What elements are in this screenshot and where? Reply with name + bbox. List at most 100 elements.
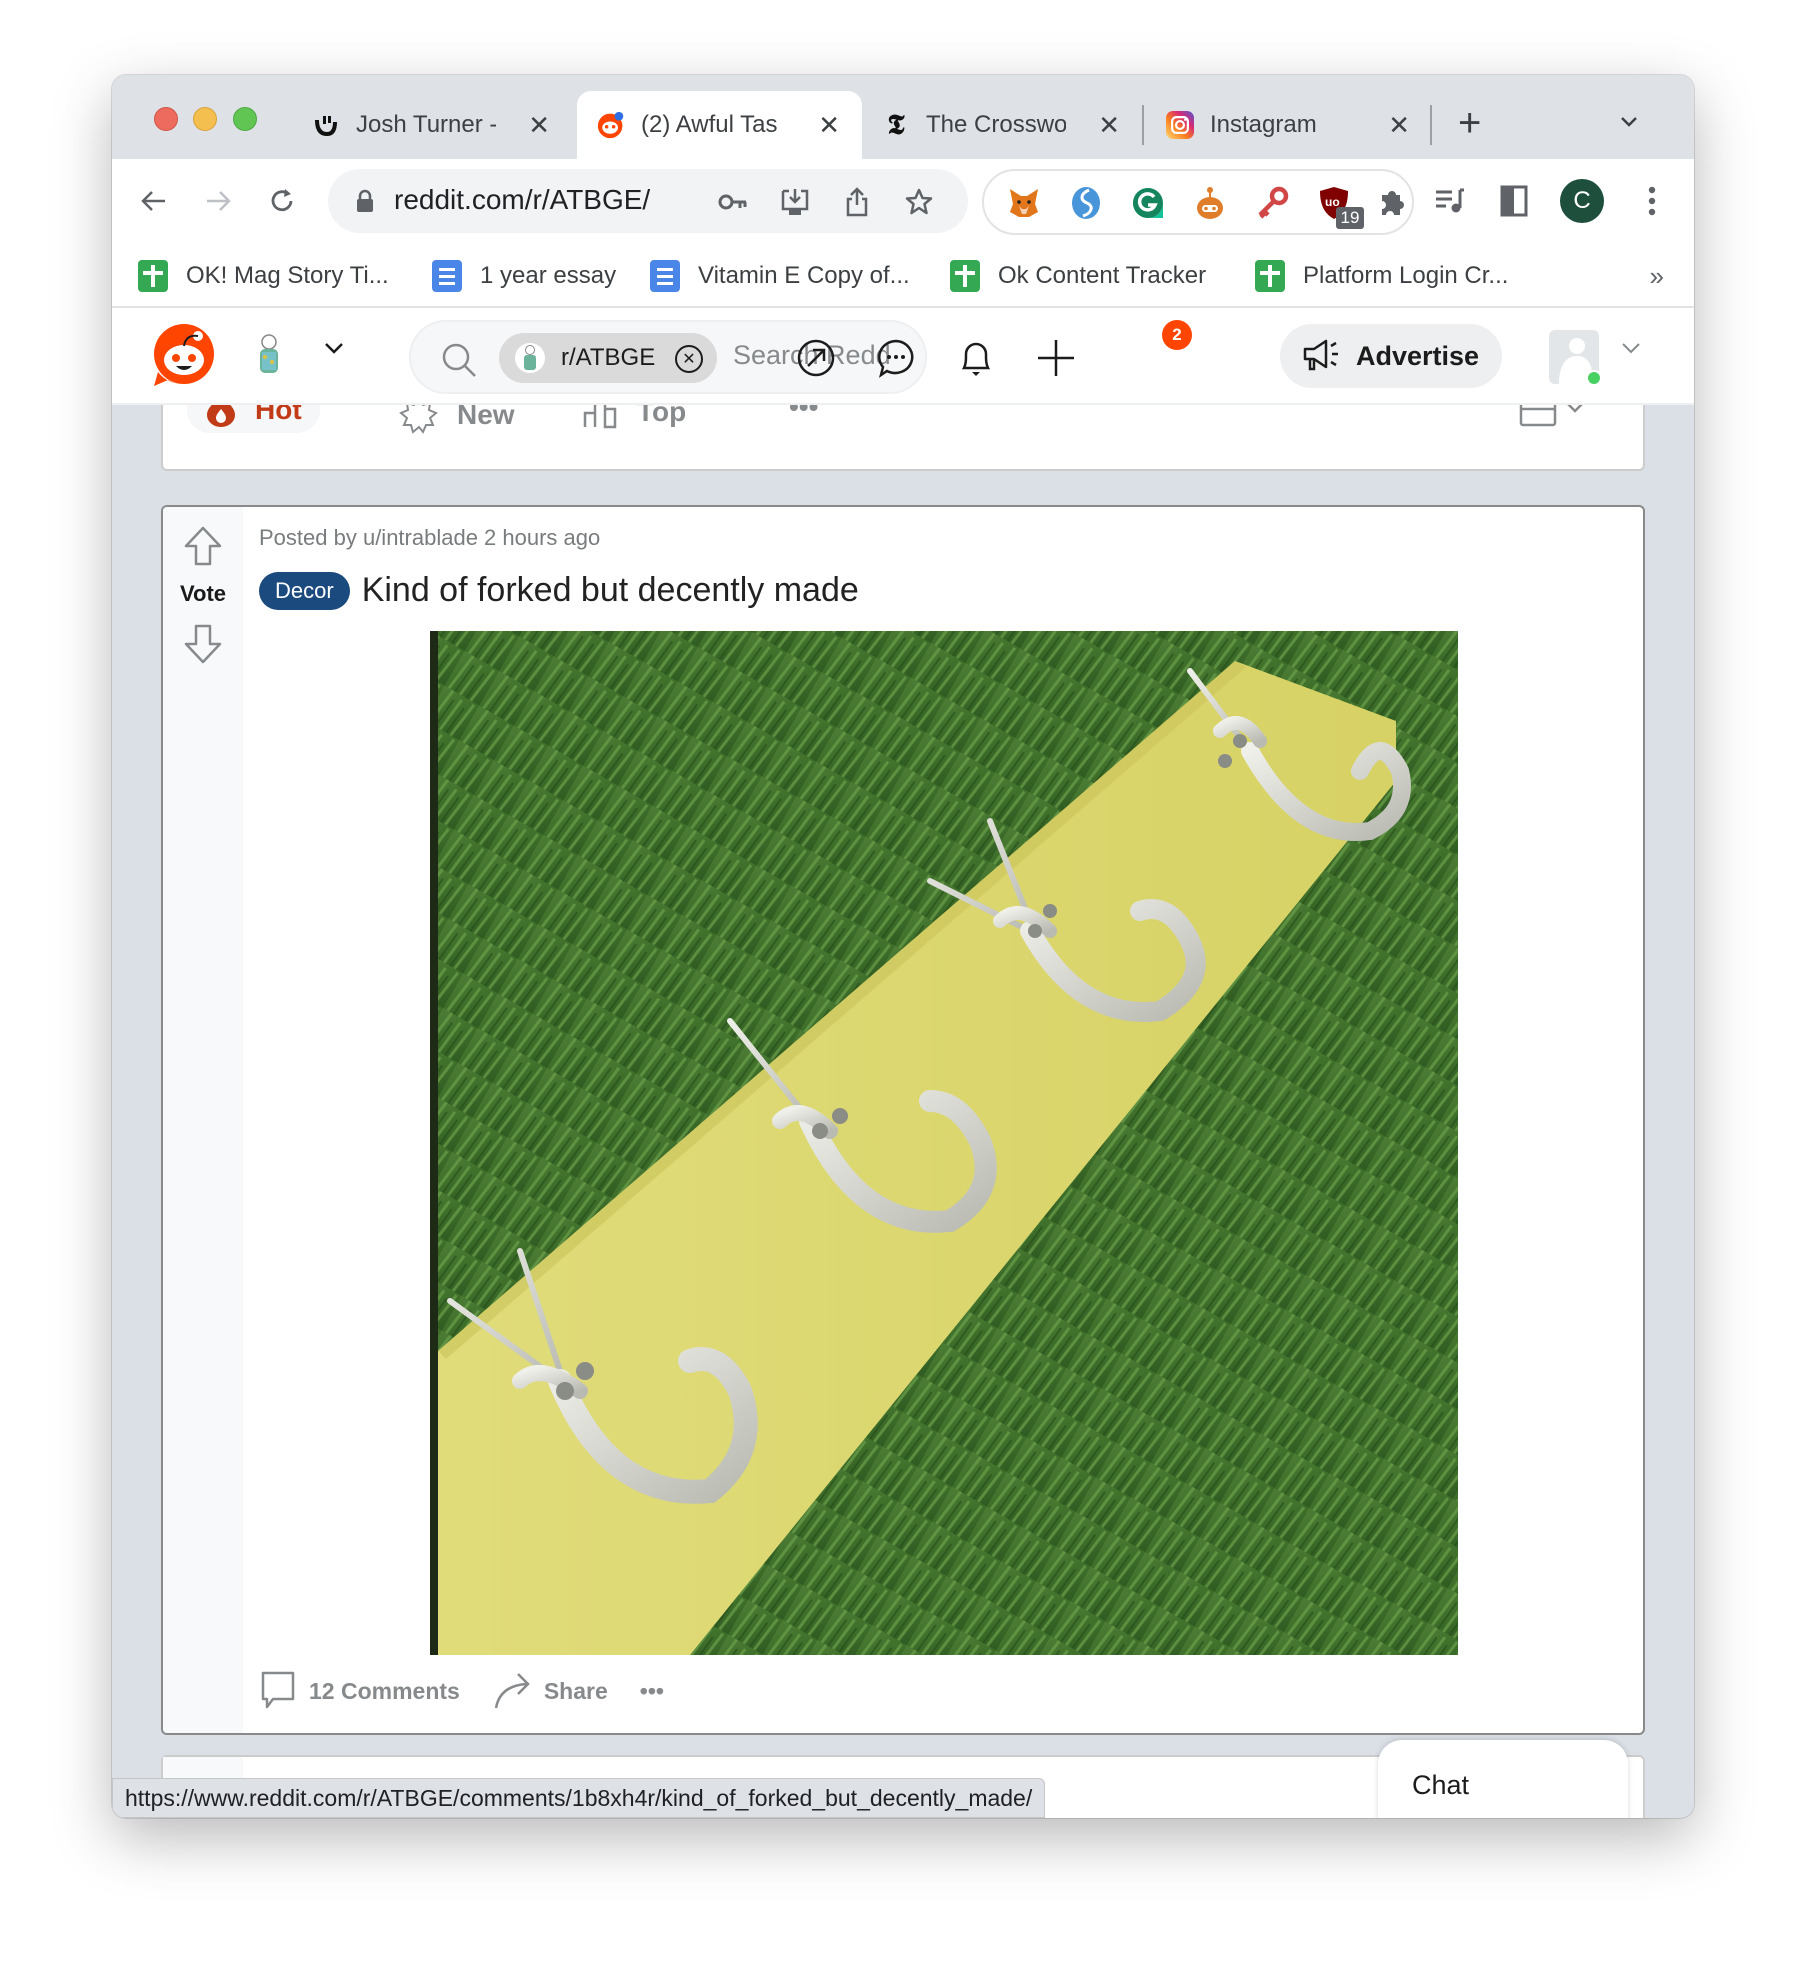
sort-hot-button[interactable]: Hot [187, 405, 320, 433]
tab-josh-turner[interactable]: Josh Turner - ✕ [292, 91, 572, 159]
subreddit-chip-label: r/ATBGE [561, 344, 656, 371]
grammarly-icon[interactable] [1130, 185, 1166, 221]
close-tab-icon[interactable]: ✕ [528, 110, 550, 141]
upvote-arrow-icon[interactable] [183, 525, 223, 572]
close-tab-icon[interactable]: ✕ [1388, 110, 1410, 141]
instagram-icon [1166, 111, 1194, 139]
community-dropdown-chevron-icon[interactable] [322, 336, 346, 367]
browser-window: Josh Turner - ✕ (2) Awful Tas ✕ 𝕿 The Cr… [112, 75, 1694, 1818]
google-sheets-icon [1255, 260, 1285, 292]
bookmark-platform-login[interactable]: Platform Login Cr... [1255, 259, 1508, 293]
share-button[interactable]: Share [492, 1672, 608, 1710]
chat-bubble-icon[interactable] [874, 336, 918, 380]
share-icon[interactable] [842, 187, 872, 217]
status-bar-url: https://www.reddit.com/r/ATBGE/comments/… [112, 1778, 1046, 1818]
downvote-arrow-icon[interactable] [183, 623, 223, 670]
post-title[interactable]: Kind of forked but decently made [362, 571, 859, 610]
post-card[interactable]: Vote Posted by u/intrablade 2 hours ago … [161, 505, 1645, 1735]
new-tab-button[interactable]: + [1458, 103, 1481, 143]
close-window-button[interactable] [154, 107, 178, 131]
feed-content: Hot New Top ••• Vote Posted by u/intrabl… [112, 405, 1694, 1818]
sort-top-button[interactable]: Top [583, 405, 686, 429]
tab-search-chevron-icon[interactable] [1617, 109, 1647, 139]
side-panel-icon[interactable] [1496, 183, 1532, 219]
bookmarks-bar: OK! Mag Story Ti... 1 year essay Vitamin… [112, 243, 1694, 308]
advertise-button[interactable]: Advertise [1280, 324, 1502, 388]
forward-button[interactable] [198, 181, 238, 221]
tab-separator [1142, 105, 1144, 145]
extensions-puzzle-icon[interactable] [1374, 185, 1410, 221]
reading-list-icon[interactable] [1432, 183, 1468, 219]
reddit-icon [597, 111, 625, 139]
google-sheets-icon [138, 260, 168, 292]
google-docs-icon [432, 260, 462, 292]
reddit-search-bar[interactable]: r/ATBGE ✕ [409, 320, 927, 394]
extensions-pill: uo 19 [982, 169, 1414, 235]
google-sheets-icon [950, 260, 980, 292]
robot-extension-icon[interactable] [1192, 185, 1228, 221]
close-tab-icon[interactable]: ✕ [818, 110, 840, 141]
sort-new-button[interactable]: New [399, 405, 515, 435]
megaphone-icon [1303, 339, 1338, 371]
tab-strip: Josh Turner - ✕ (2) Awful Tas ✕ 𝕿 The Cr… [112, 75, 1694, 159]
browser-toolbar: reddit.com/r/ATBGE/ uo 19 C [112, 159, 1694, 243]
notifications-bell-icon[interactable] [954, 336, 998, 380]
sort-bar: Hot New Top ••• [161, 405, 1645, 471]
popular-arrow-icon[interactable] [794, 336, 838, 380]
chat-button[interactable]: Chat [1378, 1740, 1628, 1818]
tab-separator [1430, 105, 1432, 145]
share-arrow-icon [494, 1673, 530, 1709]
view-layout-card-icon[interactable] [1519, 405, 1589, 432]
post-footer: 12 Comments Share ••• [259, 1671, 696, 1711]
top-chart-icon [583, 405, 619, 429]
address-url[interactable]: reddit.com/r/ATBGE/ [394, 184, 650, 216]
nyt-icon: 𝕿 [887, 108, 905, 141]
post-flair[interactable]: Decor [259, 571, 350, 610]
vote-column: Vote [163, 507, 243, 1733]
tab-awful-taste[interactable]: (2) Awful Tas ✕ [577, 91, 862, 159]
key-extension-icon[interactable] [1254, 185, 1290, 221]
vote-count-label: Vote [179, 581, 227, 606]
comments-button[interactable]: 12 Comments [259, 1671, 460, 1711]
zoom-window-button[interactable] [233, 107, 257, 131]
bookmark-ok-mag[interactable]: OK! Mag Story Ti... [138, 259, 389, 293]
minimize-window-button[interactable] [193, 107, 217, 131]
tab-crossword[interactable]: 𝕿 The Crosswo ✕ [862, 91, 1142, 159]
fork-hooks-photo [430, 631, 1458, 1655]
flame-icon [205, 405, 237, 427]
user-menu-chevron-icon[interactable] [1619, 336, 1643, 367]
sort-more-button[interactable]: ••• [789, 405, 818, 423]
remove-chip-icon[interactable]: ✕ [675, 345, 703, 373]
metamask-fox-icon[interactable] [1006, 185, 1042, 221]
bookmark-vitamin-e[interactable]: Vitamin E Copy of... [650, 259, 910, 293]
reload-button[interactable] [262, 181, 302, 221]
smile-logo-icon [312, 111, 340, 139]
reddit-header: r/ATBGE ✕ 2 Advertise [112, 308, 1694, 405]
post-more-options-button[interactable]: ••• [640, 1678, 664, 1705]
online-status-dot [1586, 370, 1602, 386]
bookmarks-overflow-button[interactable]: » [1650, 261, 1664, 292]
profile-avatar[interactable]: C [1560, 179, 1604, 223]
simplenote-icon[interactable] [1068, 185, 1104, 221]
install-app-icon[interactable] [780, 187, 810, 217]
lock-icon [356, 189, 374, 218]
create-post-plus-icon[interactable] [1034, 336, 1078, 380]
back-button[interactable] [134, 181, 174, 221]
community-icon[interactable] [252, 332, 286, 378]
tab-instagram[interactable]: Instagram ✕ [1146, 91, 1432, 159]
notification-count-badge: 2 [1162, 320, 1192, 350]
new-burst-icon [399, 405, 439, 435]
bookmark-ok-content-tracker[interactable]: Ok Content Tracker [950, 259, 1206, 293]
address-bar[interactable]: reddit.com/r/ATBGE/ [328, 169, 968, 233]
chrome-menu-icon[interactable] [1634, 183, 1670, 219]
bookmark-1-year-essay[interactable]: 1 year essay [432, 259, 616, 293]
comment-bubble-icon [261, 1671, 295, 1709]
bookmark-star-icon[interactable] [904, 187, 934, 217]
password-key-icon[interactable] [718, 187, 748, 217]
close-tab-icon[interactable]: ✕ [1098, 110, 1120, 141]
search-icon [441, 342, 477, 383]
ublock-count-badge: 19 [1336, 207, 1364, 229]
post-image[interactable] [430, 631, 1458, 1655]
reddit-logo-icon[interactable] [152, 322, 216, 388]
post-meta: Posted by u/intrablade 2 hours ago [259, 525, 601, 550]
